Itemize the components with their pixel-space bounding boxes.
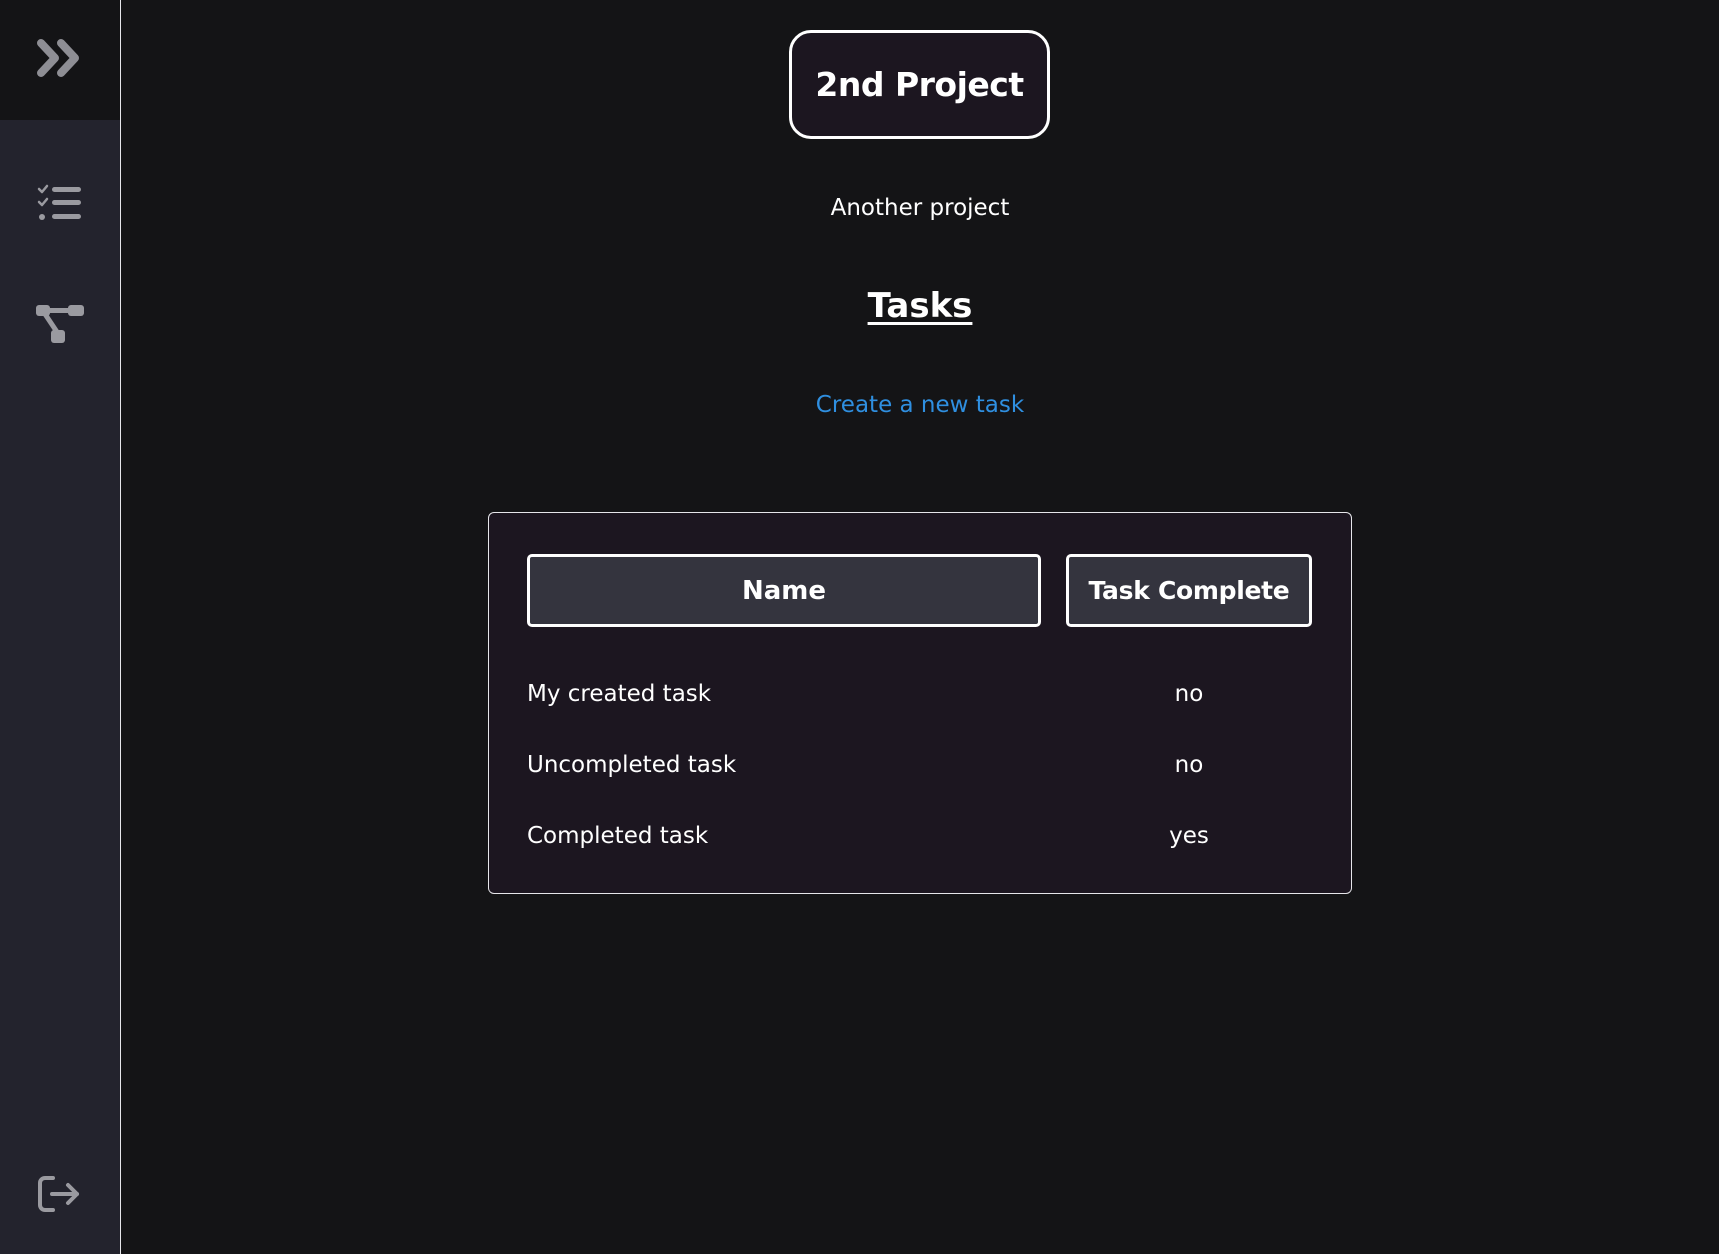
task-complete-cell: no <box>1174 681 1204 707</box>
hierarchy-tree-icon <box>35 304 85 344</box>
table-row[interactable]: My created task no <box>527 681 1312 721</box>
task-name-cell: Uncompleted task <box>527 752 737 778</box>
create-task-link[interactable]: Create a new task <box>816 392 1024 418</box>
tasks-table: Name Task Complete My created task no Un… <box>488 512 1352 894</box>
project-title-box: 2nd Project <box>789 30 1050 139</box>
task-name-cell: Completed task <box>527 823 709 849</box>
task-complete-cell: yes <box>1169 823 1209 849</box>
sidebar-toggle-button[interactable] <box>0 0 120 120</box>
column-header-task-complete[interactable]: Task Complete <box>1066 554 1312 627</box>
sidebar <box>0 0 121 1254</box>
logout-button[interactable] <box>0 1170 120 1218</box>
task-name-cell: My created task <box>527 681 712 707</box>
app-root: 2nd Project Another project Tasks Create… <box>0 0 1719 1254</box>
project-description: Another project <box>830 195 1010 221</box>
tasks-heading: Tasks <box>867 286 973 326</box>
sidebar-item-hierarchy[interactable] <box>0 300 120 348</box>
table-row[interactable]: Completed task yes <box>527 823 1312 863</box>
logout-icon <box>37 1174 83 1214</box>
task-list-icon <box>37 184 83 224</box>
task-complete-cell: no <box>1174 752 1204 778</box>
project-title: 2nd Project <box>815 65 1024 104</box>
table-row[interactable]: Uncompleted task no <box>527 752 1312 792</box>
main-content: 2nd Project Another project Tasks Create… <box>121 0 1719 1254</box>
column-header-name[interactable]: Name <box>527 554 1041 627</box>
chevron-double-right-icon <box>37 39 83 81</box>
sidebar-item-tasks[interactable] <box>0 180 120 228</box>
